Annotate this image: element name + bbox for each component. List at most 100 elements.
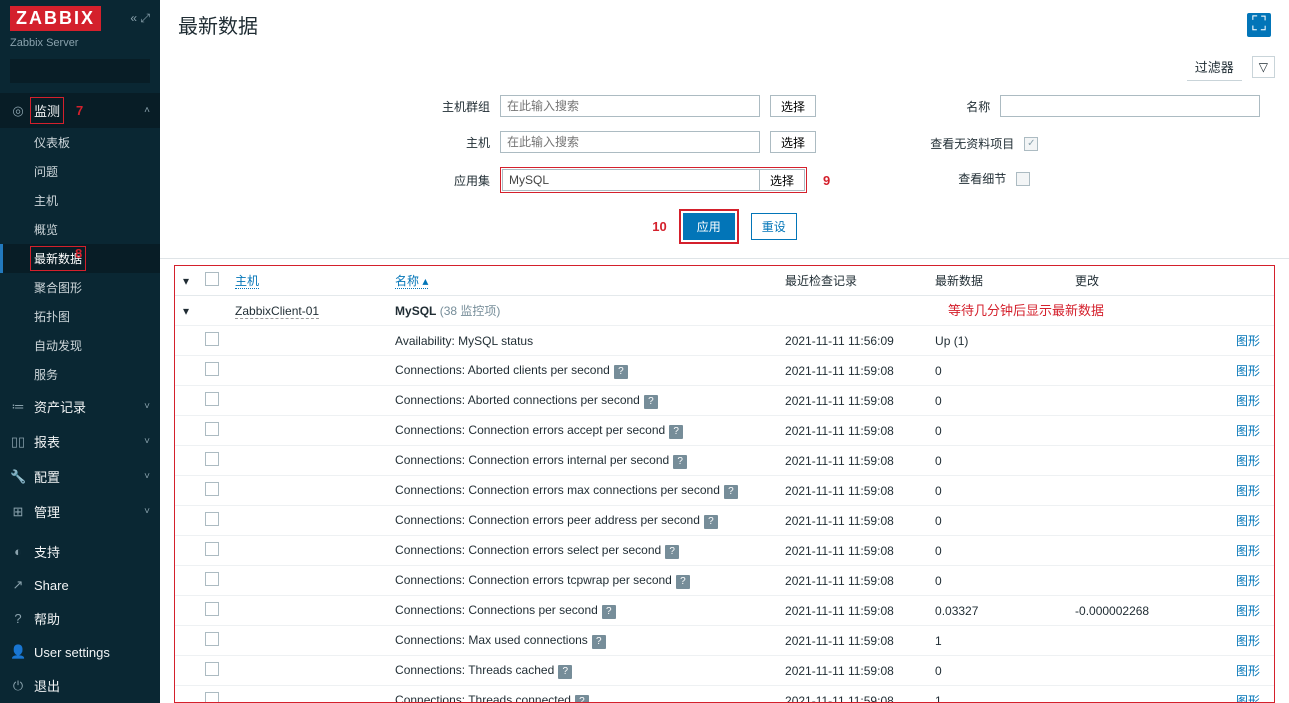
- row-checkbox[interactable]: [205, 422, 219, 436]
- col-host[interactable]: 主机: [235, 274, 259, 289]
- apply-button[interactable]: 应用: [683, 213, 735, 240]
- table-row: Connections: Aborted connections per sec…: [175, 386, 1274, 416]
- name-input[interactable]: [1000, 95, 1260, 117]
- info-icon[interactable]: ?: [592, 635, 606, 649]
- filter-panel: 主机群组 选择 主机 选择 应用集 选择 9: [160, 81, 1289, 259]
- nav-sub-item[interactable]: 最新数据8: [0, 244, 160, 273]
- col-actions: [1197, 266, 1274, 296]
- footer-item[interactable]: ?帮助: [0, 601, 160, 636]
- info-icon[interactable]: ?: [602, 605, 616, 619]
- filter-toggle[interactable]: 过滤器: [1187, 53, 1242, 81]
- nav-group-1[interactable]: ≔资产记录˅: [0, 389, 160, 424]
- row-checkbox[interactable]: [205, 692, 219, 703]
- graph-link[interactable]: 图形: [1236, 424, 1260, 438]
- graph-link[interactable]: 图形: [1236, 544, 1260, 558]
- info-icon[interactable]: ?: [669, 425, 683, 439]
- graph-link[interactable]: 图形: [1236, 484, 1260, 498]
- nav-sub-item[interactable]: 服务: [0, 360, 160, 389]
- last-check: 2021-11-11 11:59:08: [777, 446, 927, 476]
- col-lastcheck: 最近检查记录: [777, 266, 927, 296]
- nav-group-4[interactable]: ⊞管理˅: [0, 494, 160, 529]
- host-link[interactable]: ZabbixClient-01: [235, 304, 319, 319]
- row-checkbox[interactable]: [205, 602, 219, 616]
- chevron-icon: ˄: [144, 105, 150, 116]
- nav-sub-item[interactable]: 拓扑图: [0, 302, 160, 331]
- graph-link[interactable]: 图形: [1236, 514, 1260, 528]
- nav-sub-item[interactable]: 仪表板: [0, 128, 160, 157]
- host-select-button[interactable]: 选择: [770, 131, 816, 153]
- row-checkbox[interactable]: [205, 452, 219, 466]
- info-icon[interactable]: ?: [665, 545, 679, 559]
- graph-link[interactable]: 图形: [1236, 334, 1260, 348]
- col-name[interactable]: 名称 ▴: [395, 274, 428, 289]
- footer-item[interactable]: ⏻退出: [0, 668, 160, 703]
- col-lastdata: 最新数据: [927, 266, 1067, 296]
- filter-icon[interactable]: ▽: [1252, 56, 1275, 78]
- change-value: [1067, 536, 1197, 566]
- graph-link[interactable]: 图形: [1236, 574, 1260, 588]
- info-icon[interactable]: ?: [575, 695, 589, 703]
- nodata-checkbox[interactable]: [1024, 137, 1038, 151]
- info-icon[interactable]: ?: [614, 365, 628, 379]
- sidebar-search[interactable]: 🔍: [10, 59, 150, 83]
- info-icon[interactable]: ?: [558, 665, 572, 679]
- nav-group-label: 报表: [34, 435, 60, 450]
- hostgroup-select-button[interactable]: 选择: [770, 95, 816, 117]
- graph-link[interactable]: 图形: [1236, 454, 1260, 468]
- nav-sub-item[interactable]: 主机: [0, 186, 160, 215]
- graph-link[interactable]: 图形: [1236, 604, 1260, 618]
- table-row: Connections: Threads connected? 2021-11-…: [175, 686, 1274, 703]
- row-checkbox[interactable]: [205, 482, 219, 496]
- info-icon[interactable]: ?: [704, 515, 718, 529]
- row-checkbox[interactable]: [205, 512, 219, 526]
- row-checkbox[interactable]: [205, 362, 219, 376]
- graph-link[interactable]: 图形: [1236, 394, 1260, 408]
- row-checkbox[interactable]: [205, 572, 219, 586]
- graph-link[interactable]: 图形: [1236, 694, 1260, 703]
- hostgroup-input[interactable]: [500, 95, 760, 117]
- last-check: 2021-11-11 11:59:08: [777, 356, 927, 386]
- graph-link[interactable]: 图形: [1236, 664, 1260, 678]
- graph-link[interactable]: 图形: [1236, 634, 1260, 648]
- footer-item[interactable]: ◐支持: [0, 534, 160, 569]
- nav-group-3[interactable]: 🔧配置˅: [0, 459, 160, 494]
- item-name: Connections: Aborted connections per sec…: [387, 386, 777, 416]
- appset-input[interactable]: [502, 169, 760, 191]
- sidebar-search-input[interactable]: [16, 64, 171, 78]
- row-checkbox[interactable]: [205, 542, 219, 556]
- nav-group-0[interactable]: ◎监测7˄: [0, 93, 160, 128]
- nav-group-2[interactable]: ▯▯报表˅: [0, 424, 160, 459]
- nav-sub-item[interactable]: 概览: [0, 215, 160, 244]
- filter-bar: 过滤器 ▽: [160, 49, 1289, 81]
- info-icon[interactable]: ?: [724, 485, 738, 499]
- nav-group-icon: ▯▯: [10, 434, 26, 450]
- info-icon[interactable]: ?: [644, 395, 658, 409]
- item-name: Connections: Aborted clients per second?: [387, 356, 777, 386]
- expand-toggle[interactable]: ▾: [175, 296, 197, 326]
- sidebar-collapse-icons[interactable]: « ⤢: [130, 11, 150, 26]
- footer-item[interactable]: ↗Share: [0, 569, 160, 601]
- red-note: 等待几分钟后显示最新数据: [948, 300, 1104, 319]
- info-icon[interactable]: ?: [676, 575, 690, 589]
- select-all-checkbox[interactable]: [205, 272, 219, 286]
- footer-item[interactable]: 👤User settings: [0, 636, 160, 668]
- row-checkbox[interactable]: [205, 662, 219, 676]
- last-check: 2021-11-11 11:59:08: [777, 506, 927, 536]
- page-title: 最新数据: [178, 10, 258, 39]
- graph-link[interactable]: 图形: [1236, 364, 1260, 378]
- appset-select-button[interactable]: 选择: [760, 169, 805, 191]
- nav-sub-item[interactable]: 聚合图形: [0, 273, 160, 302]
- expand-header[interactable]: ▾: [175, 266, 197, 296]
- host-input[interactable]: [500, 131, 760, 153]
- data-table-wrapper: ▾ 主机 名称 ▴ 最近检查记录 最新数据 更改 ▾ ZabbixClient-…: [174, 265, 1275, 703]
- last-check: 2021-11-11 11:59:08: [777, 386, 927, 416]
- details-checkbox[interactable]: [1016, 172, 1030, 186]
- info-icon[interactable]: ?: [673, 455, 687, 469]
- nav-sub-item[interactable]: 问题: [0, 157, 160, 186]
- fullscreen-icon[interactable]: ⛶: [1247, 13, 1271, 37]
- nav-sub-item[interactable]: 自动发现: [0, 331, 160, 360]
- row-checkbox[interactable]: [205, 632, 219, 646]
- row-checkbox[interactable]: [205, 392, 219, 406]
- row-checkbox[interactable]: [205, 332, 219, 346]
- reset-button[interactable]: 重设: [751, 213, 797, 240]
